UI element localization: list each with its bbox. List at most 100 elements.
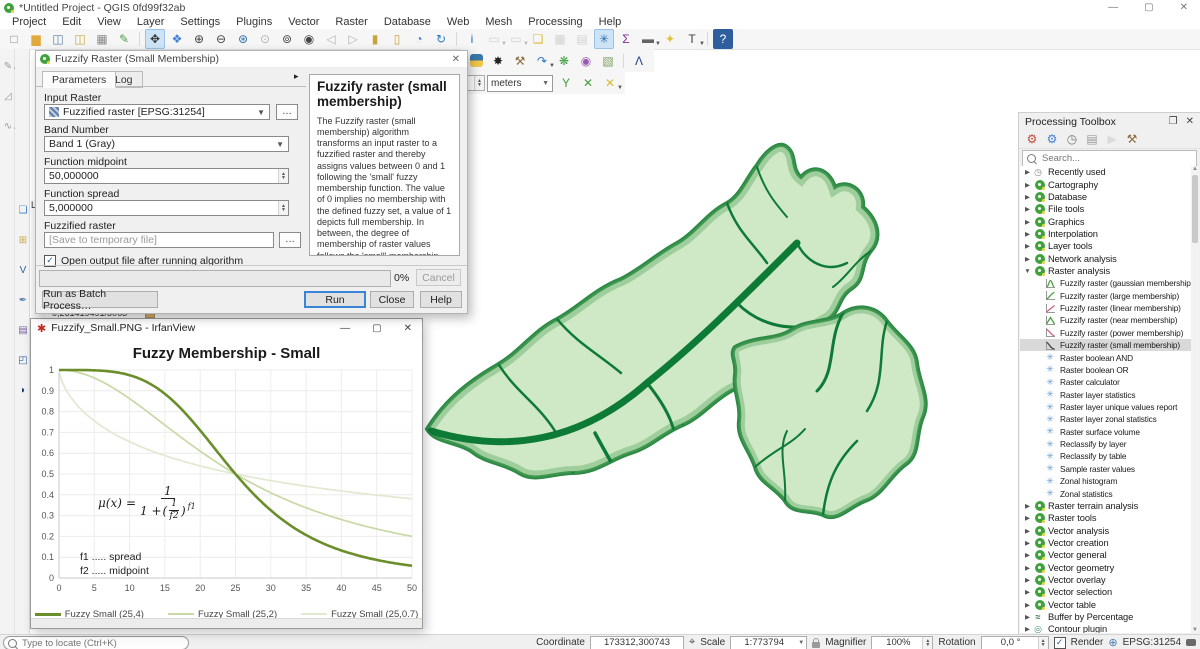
close-icon[interactable]: ✕: [1180, 2, 1188, 13]
new-project-icon[interactable]: □: [4, 29, 24, 49]
toolbox-item-vector-general[interactable]: ▶Vector general: [1020, 549, 1191, 561]
tracing-icon[interactable]: Y: [556, 73, 576, 93]
toolbox-item-vector-analysis[interactable]: ▶Vector analysis: [1020, 524, 1191, 536]
layout-manager-icon[interactable]: ▦: [92, 29, 112, 49]
map-annotation-icon[interactable]: ❏: [528, 29, 548, 49]
chevron-right-icon[interactable]: ▶: [1023, 613, 1032, 621]
output-raster-input[interactable]: [Save to temporary file]: [44, 232, 274, 248]
toolbox-item-fuzzify-raster-gaussian-membership[interactable]: Fuzzify raster (gaussian membership): [1020, 277, 1191, 289]
pan-to-selection-icon[interactable]: ❖: [167, 29, 187, 49]
toolbox-item-reclassify-by-layer[interactable]: ✳Reclassify by layer: [1020, 438, 1191, 450]
zoom-to-layer-icon[interactable]: ⊚: [277, 29, 297, 49]
toolbox-item-contour-plugin[interactable]: ▶◎Contour plugin: [1020, 623, 1191, 633]
minimize-icon[interactable]: —: [340, 323, 350, 334]
toolbox-history-icon[interactable]: ◷: [1063, 130, 1081, 148]
toolbox-item-fuzzify-raster-power-membership[interactable]: Fuzzify raster (power membership): [1020, 327, 1191, 339]
python-console-icon[interactable]: [466, 51, 486, 71]
close-icon[interactable]: ✕: [404, 323, 412, 334]
refresh-icon[interactable]: ↻: [431, 29, 451, 49]
plugin-builder-icon[interactable]: ⚒: [510, 51, 530, 71]
menu-view[interactable]: View: [89, 15, 129, 29]
toolbox-item-vector-creation[interactable]: ▶Vector creation: [1020, 537, 1191, 549]
statistics-panel-icon[interactable]: Σ: [616, 29, 636, 49]
toolbox-item-layer-tools[interactable]: ▶Layer tools: [1020, 240, 1191, 252]
metasearch-icon[interactable]: Λ: [629, 51, 649, 71]
crs-value[interactable]: EPSG:31254: [1123, 637, 1181, 648]
chevron-right-icon[interactable]: ▶: [1023, 564, 1032, 572]
chevron-right-icon[interactable]: ▶: [1023, 218, 1032, 226]
toolbox-item-vector-geometry[interactable]: ▶Vector geometry: [1020, 562, 1191, 574]
toolbox-item-reclassify-by-table[interactable]: ✳Reclassify by table: [1020, 450, 1191, 462]
output-browse-button[interactable]: …: [279, 232, 301, 248]
toolbox-item-fuzzify-raster-linear-membership[interactable]: Fuzzify raster (linear membership): [1020, 302, 1191, 314]
maximize-icon[interactable]: ▢: [1144, 2, 1153, 13]
function-spread-spinner[interactable]: 5,000000 ▲▼: [44, 200, 289, 216]
toolbox-scripts-icon[interactable]: ⚙: [1043, 130, 1061, 148]
menu-plugins[interactable]: Plugins: [228, 15, 280, 29]
toolbox-item-raster-analysis[interactable]: ▼Raster analysis: [1020, 265, 1191, 277]
identify-features-icon[interactable]: i: [462, 29, 482, 49]
messages-icon[interactable]: [1186, 639, 1196, 646]
scroll-down-icon[interactable]: ▼: [1191, 627, 1199, 633]
chevron-right-icon[interactable]: ▶: [1023, 168, 1032, 176]
toolbox-item-raster-layer-statistics[interactable]: ✳Raster layer statistics: [1020, 388, 1191, 400]
menu-raster[interactable]: Raster: [327, 15, 375, 29]
input-raster-browse-button[interactable]: …: [276, 104, 298, 120]
temporal-controller-icon[interactable]: ◔: [409, 29, 429, 49]
zoom-full-icon[interactable]: ⊛: [233, 29, 253, 49]
toolbox-edit-icon[interactable]: ▤: [1083, 130, 1101, 148]
help-icon[interactable]: ?: [713, 29, 733, 49]
toolbox-item-cartography[interactable]: ▶Cartography: [1020, 178, 1191, 190]
toolbox-item-raster-tools[interactable]: ▶Raster tools: [1020, 512, 1191, 524]
chevron-right-icon[interactable]: ▶: [1023, 255, 1032, 263]
disc-plugin-icon[interactable]: ◉: [576, 51, 596, 71]
menu-vector[interactable]: Vector: [280, 15, 327, 29]
toolbox-item-raster-terrain-analysis[interactable]: ▶Raster terrain analysis: [1020, 500, 1191, 512]
menu-layer[interactable]: Layer: [129, 15, 173, 29]
add-raster-layer-icon[interactable]: ⊞: [15, 233, 31, 249]
help-button[interactable]: Help: [420, 291, 462, 308]
save-as-icon[interactable]: ◫: [70, 29, 90, 49]
chevron-right-icon[interactable]: ▶: [1023, 181, 1032, 189]
add-virtual-layer-icon[interactable]: ◰: [15, 353, 31, 369]
toolbox-item-fuzzify-raster-small-membership[interactable]: Fuzzify raster (small membership): [1020, 339, 1191, 351]
toolbox-item-interpolation[interactable]: ▶Interpolation: [1020, 228, 1191, 240]
new-bookmark-icon[interactable]: ▮: [365, 29, 385, 49]
toolbox-search[interactable]: [1022, 150, 1197, 167]
vertex-tool-icon[interactable]: ✎▼: [0, 59, 16, 75]
save-project-icon[interactable]: ◫: [48, 29, 68, 49]
georeferencer-icon[interactable]: ▧: [598, 51, 618, 71]
advanced-digitizing-icon[interactable]: ✕: [578, 73, 598, 93]
measure-icon[interactable]: ▬▼: [638, 29, 658, 49]
zoom-out-icon[interactable]: ⊖: [211, 29, 231, 49]
chevron-right-icon[interactable]: ▶: [1023, 625, 1032, 633]
chevron-right-icon[interactable]: ▶: [1023, 205, 1032, 213]
menu-web[interactable]: Web: [439, 15, 477, 29]
chevron-right-icon[interactable]: ▶: [1023, 576, 1032, 584]
close-panel-icon[interactable]: ✕: [1186, 116, 1194, 127]
render-checkbox[interactable]: ✓: [1054, 637, 1066, 649]
processing-toolbox-icon[interactable]: ✳: [594, 29, 614, 49]
menu-help[interactable]: Help: [591, 15, 630, 29]
close-button[interactable]: Close: [370, 291, 414, 308]
band-number-combo[interactable]: Band 1 (Gray) ▼: [44, 136, 289, 152]
minimize-icon[interactable]: —: [1108, 2, 1118, 13]
irfanview-title-bar[interactable]: ✱ Fuzzify_Small.PNG - IrfanView — ▢ ✕: [31, 319, 422, 338]
chevron-right-icon[interactable]: ▶: [1023, 193, 1032, 201]
pan-map-icon[interactable]: ✥: [145, 29, 165, 49]
magnifier-spinner[interactable]: 100%▲▼: [871, 636, 933, 649]
snapping-options-icon[interactable]: ✕▼: [600, 73, 620, 93]
toolbox-item-raster-calculator[interactable]: ✳Raster calculator: [1020, 376, 1191, 388]
menu-mesh[interactable]: Mesh: [477, 15, 520, 29]
menu-edit[interactable]: Edit: [54, 15, 89, 29]
function-midpoint-spinner[interactable]: 50,000000 ▲▼: [44, 168, 289, 184]
dialog-title-bar[interactable]: Fuzzify Raster (Small Membership) ✕: [36, 51, 467, 68]
toolbox-item-raster-layer-unique-values-report[interactable]: ✳Raster layer unique values report: [1020, 401, 1191, 413]
toolbox-search-input[interactable]: [1040, 152, 1184, 165]
zoom-native-icon[interactable]: ◉: [299, 29, 319, 49]
scale-combo[interactable]: 1:773794 ▼: [730, 636, 807, 649]
style-manager-icon[interactable]: ✎: [114, 29, 134, 49]
toolbox-item-raster-surface-volume[interactable]: ✳Raster surface volume: [1020, 426, 1191, 438]
chevron-right-icon[interactable]: ▶: [1023, 527, 1032, 535]
toolbox-item-sample-raster-values[interactable]: ✳Sample raster values: [1020, 463, 1191, 475]
